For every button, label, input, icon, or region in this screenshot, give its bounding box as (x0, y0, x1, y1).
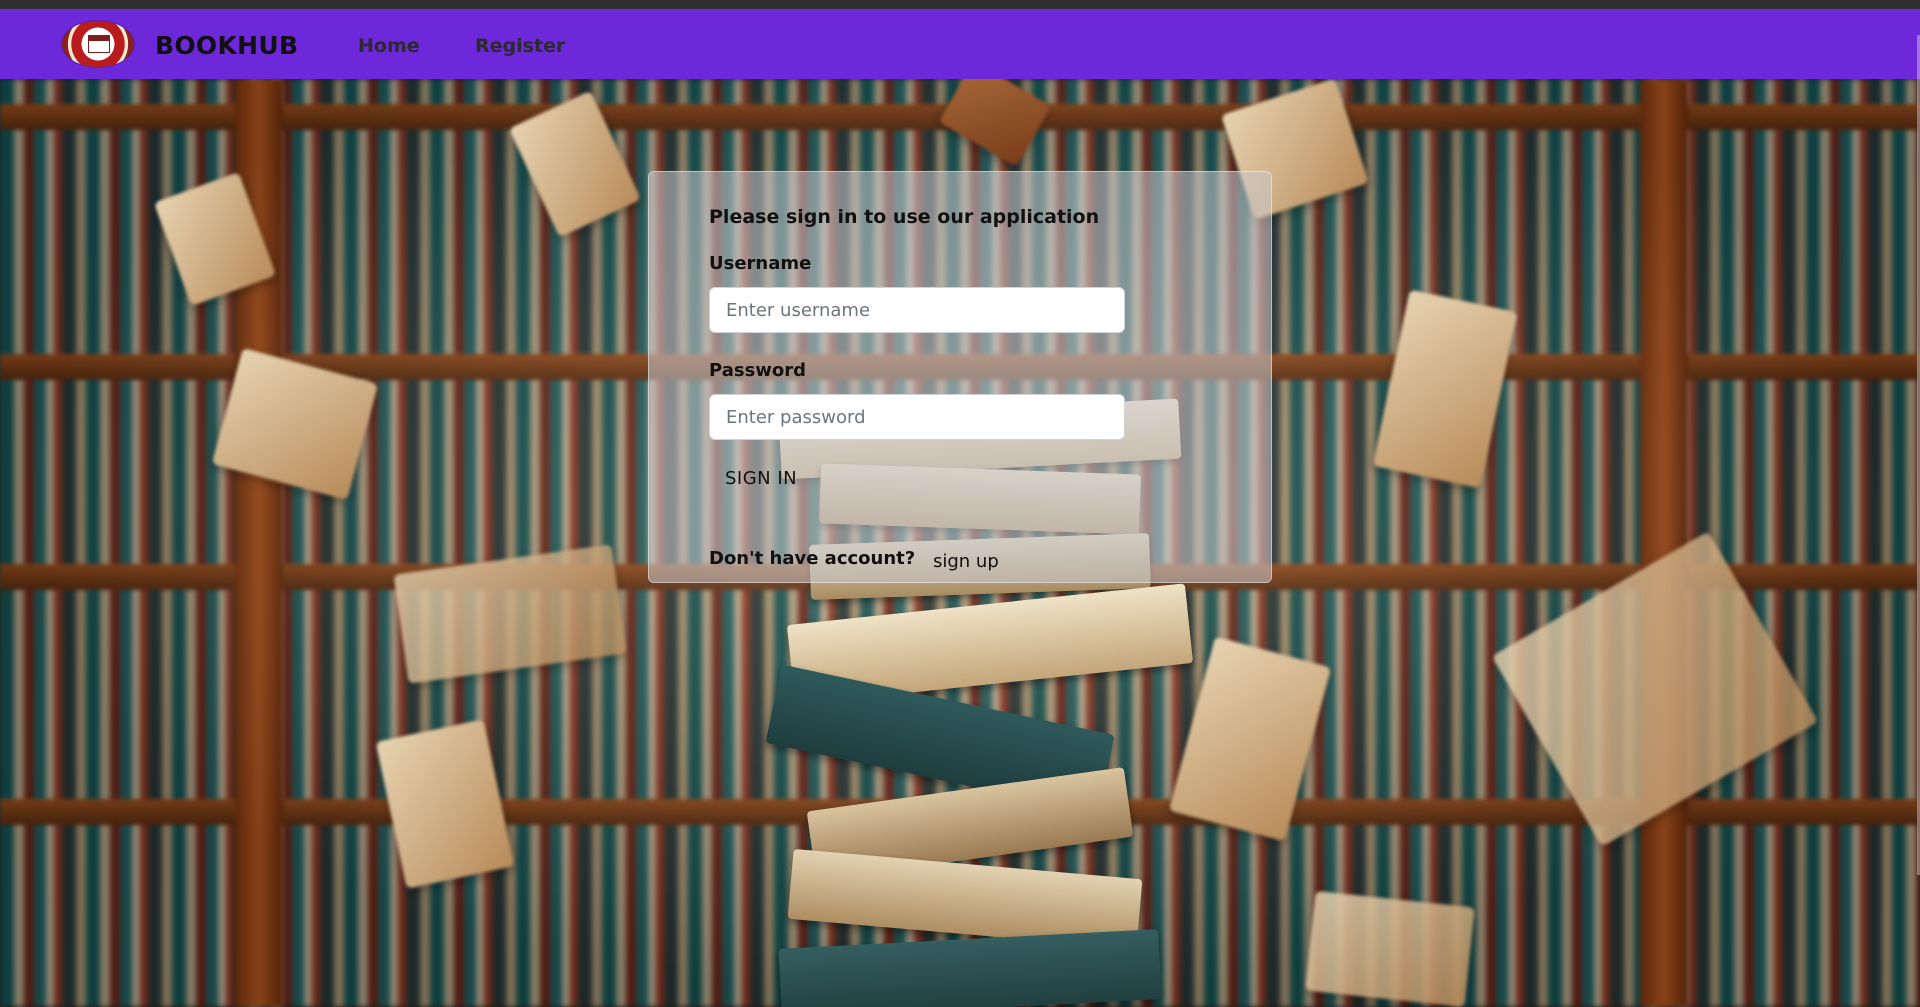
nav-link-home[interactable]: Home (358, 35, 420, 57)
logo-building-icon (88, 35, 110, 53)
brand-name[interactable]: BOOKHUB (155, 31, 298, 60)
password-label: Password (709, 360, 807, 381)
nav-link-register[interactable]: Register (475, 35, 565, 57)
browser-top-strip (0, 0, 1920, 9)
username-input[interactable] (709, 287, 1125, 333)
stacked-book (778, 929, 1162, 1007)
login-card: Please sign in to use our application Us… (648, 171, 1272, 583)
login-title: Please sign in to use our application (709, 206, 1100, 228)
no-account-text: Don't have account? (709, 548, 916, 569)
flying-book (1305, 890, 1475, 1007)
university-seal-logo[interactable] (62, 21, 134, 67)
sign-up-link[interactable]: sign up (933, 551, 999, 572)
navbar: BOOKHUB Home Register (0, 9, 1920, 79)
password-input[interactable] (709, 394, 1125, 440)
username-label: Username (709, 253, 812, 274)
sign-in-button[interactable]: SIGN IN (709, 462, 813, 495)
